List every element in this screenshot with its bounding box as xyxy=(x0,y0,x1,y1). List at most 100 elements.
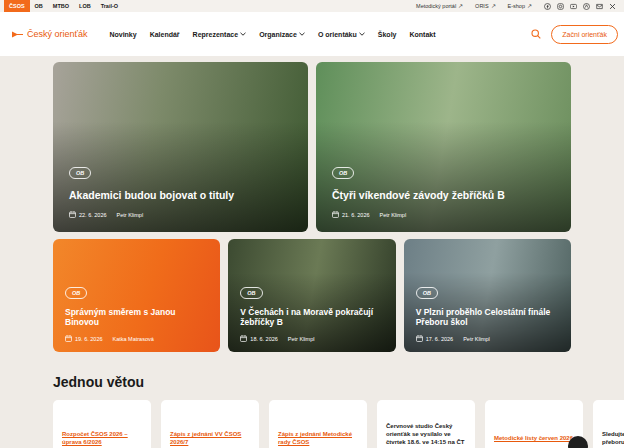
facebook-icon[interactable] xyxy=(544,3,551,10)
instagram-icon[interactable] xyxy=(557,3,564,10)
news-card[interactable]: OB Čtyři víkendové závody žebříčků B 21. 6… xyxy=(316,62,571,232)
author: Petr Klimpl xyxy=(463,336,490,342)
news-card[interactable]: OB V Plzni proběhlo Celostátní finále Pře… xyxy=(404,239,571,352)
external-arrow-icon: ↗ xyxy=(491,3,496,9)
category-tag: OB xyxy=(240,287,262,299)
oneliner-text: Červnové studio Český orienťák se vysíla… xyxy=(386,423,466,448)
news-date: 18. 6. 2026 xyxy=(240,335,278,342)
external-link-label[interactable]: ORIS xyxy=(475,3,488,9)
start-button[interactable]: Začni orienťák xyxy=(551,25,618,44)
oneliner-card[interactable]: Zápis z jednání VV ČSOS 2026/7 xyxy=(161,400,259,448)
category-tag: OB xyxy=(416,287,438,299)
menu-item[interactable]: Školy xyxy=(378,31,397,38)
oneliner-card[interactable]: Zápis z jednání Metodické rady ČSOS xyxy=(269,400,367,448)
oneliner-text[interactable]: Metodické listy červen 2026 xyxy=(494,435,573,443)
menu-item-label[interactable]: Novinky xyxy=(109,31,136,38)
external-link-label[interactable]: Metodický portál xyxy=(416,3,456,9)
author: Petr Klimpl xyxy=(380,212,407,218)
logo-arrow-icon xyxy=(12,30,23,39)
scroll-top-button[interactable] xyxy=(568,436,588,448)
sport-tab[interactable]: Trail-O xyxy=(96,0,123,12)
news-date: 19. 6. 2026 xyxy=(65,335,103,342)
date-text: 21. 6. 2026 xyxy=(342,212,370,218)
external-link-label[interactable]: E-shop xyxy=(508,3,525,9)
external-arrow-icon: ↗ xyxy=(527,3,532,9)
chevron-down-icon xyxy=(299,32,305,36)
date-text: 17. 6. 2026 xyxy=(426,336,454,342)
oneliner-text[interactable]: Zápis z jednání VV ČSOS 2026/7 xyxy=(170,431,250,447)
chevron-down-icon xyxy=(240,32,246,36)
menu-item[interactable]: Reprezentace xyxy=(193,31,247,38)
menu-item[interactable]: Organizace xyxy=(259,31,305,38)
calendar-icon xyxy=(65,335,72,342)
news-date: 21. 6. 2026 xyxy=(332,211,370,218)
menu-item-label[interactable]: O orientáku xyxy=(318,31,357,38)
chevron-down-icon xyxy=(359,32,365,36)
menu-item[interactable]: Kontakt xyxy=(409,31,435,38)
main-nav: Český orienťák Novinky Kalendář Reprezentac… xyxy=(0,12,624,56)
oneliner-list: Rozpočet ČSOS 2026 – úprava 6/2026 Zápis … xyxy=(53,400,571,448)
external-links: Metodický portál↗ORIS↗E-shop↗ xyxy=(416,3,616,10)
section-heading: Jednou větou xyxy=(53,374,571,390)
featured-row: OB Akademici budou bojovat o tituly 22. 6.… xyxy=(53,62,571,232)
date-text: 22. 6. 2026 xyxy=(79,212,107,218)
strava-icon[interactable] xyxy=(583,3,590,10)
date-text: 19. 6. 2026 xyxy=(75,336,103,342)
news-meta: 18. 6. 2026 Petr Klimpl xyxy=(240,335,383,342)
news-meta: 19. 6. 2026Katka Matrasová xyxy=(65,335,208,342)
external-link[interactable]: E-shop↗ xyxy=(508,3,532,9)
oneliner-card: Červnové studio Český orienťák se vysíla… xyxy=(377,400,475,448)
oneliner-text: Sledujte přenos finále přeboru v Plzni. … xyxy=(602,431,624,447)
oneliner-card[interactable]: Rozpočet ČSOS 2026 – úprava 6/2026 xyxy=(53,400,151,448)
menu-item-label[interactable]: Kalendář xyxy=(150,31,180,38)
calendar-icon xyxy=(240,335,247,342)
news-card[interactable]: OB Akademici budou bojovat o tituly 22. 6.… xyxy=(53,62,308,232)
sport-tab[interactable]: ČSOS xyxy=(4,0,30,12)
youtube-icon[interactable] xyxy=(570,3,577,10)
menu-item-label[interactable]: Školy xyxy=(378,31,397,38)
calendar-icon xyxy=(332,211,339,218)
menu-item-label[interactable]: Kontakt xyxy=(409,31,435,38)
oneliner-card: Sledujte přenos finále přeboru v Plzni. … xyxy=(593,400,624,448)
news-card[interactable]: OBSprávným směrem s Janou Binovou19. 6. … xyxy=(53,239,220,352)
search-icon[interactable] xyxy=(531,29,541,39)
date-text: 18. 6. 2026 xyxy=(250,336,278,342)
news-date: 17. 6. 2026 xyxy=(416,335,454,342)
sport-tab[interactable]: MTBO xyxy=(48,0,74,12)
category-tag: OB xyxy=(69,167,91,179)
logo-text[interactable]: Český orienťák xyxy=(27,29,87,39)
nav-actions: Začni orienťák xyxy=(531,25,618,44)
sport-switcher: ČSOSOBMTBOLOBTrail-O xyxy=(4,0,123,12)
news-meta: 22. 6. 2026Petr Klimpl xyxy=(69,211,292,218)
news-date: 22. 6. 2026 xyxy=(69,211,107,218)
logo[interactable]: Český orienťák xyxy=(12,29,87,39)
mail-icon[interactable] xyxy=(596,3,603,10)
menu-item[interactable]: Novinky xyxy=(109,31,136,38)
menu-item[interactable]: Kalendář xyxy=(150,31,180,38)
calendar-icon xyxy=(69,211,76,218)
x-icon[interactable] xyxy=(609,3,616,10)
menu: Novinky Kalendář Reprezentace Organizace O o… xyxy=(109,31,531,38)
news-meta: 17. 6. 2026 Petr Klimpl xyxy=(416,335,559,342)
news-title[interactable]: Správným směrem s Janou Binovou xyxy=(65,307,208,328)
sport-tab[interactable]: LOB xyxy=(74,0,96,12)
menu-item[interactable]: O orientáku xyxy=(318,31,365,38)
social-links xyxy=(544,3,616,10)
oneliner-text[interactable]: Rozpočet ČSOS 2026 – úprava 6/2026 xyxy=(62,431,142,447)
menu-item-label[interactable]: Organizace xyxy=(259,31,297,38)
news-meta: 21. 6. 2026 Petr Klimpl xyxy=(332,211,555,218)
external-link[interactable]: Metodický portál↗ xyxy=(416,3,463,9)
news-title[interactable]: Akademici budou bojovat o tituly xyxy=(69,189,292,202)
author: Petr Klimpl xyxy=(288,336,315,342)
sport-tab[interactable]: OB xyxy=(30,0,48,12)
news-title[interactable]: V Čechách i na Moravě pokračují žebříčky… xyxy=(240,307,383,328)
news-title[interactable]: V Plzni proběhlo Celostátní finále Přebo… xyxy=(416,307,559,328)
oneliner-text[interactable]: Zápis z jednání Metodické rady ČSOS xyxy=(278,431,358,447)
top-bar: ČSOSOBMTBOLOBTrail-OMetodický portál↗ORI… xyxy=(0,0,624,12)
category-tag: OB xyxy=(332,167,354,179)
external-link[interactable]: ORIS↗ xyxy=(475,3,495,9)
news-title[interactable]: Čtyři víkendové závody žebříčků B xyxy=(332,189,555,202)
news-card[interactable]: OB V Čechách i na Moravě pokračují žebříč… xyxy=(228,239,395,352)
menu-item-label[interactable]: Reprezentace xyxy=(193,31,239,38)
content: OB Akademici budou bojovat o tituly 22. 6.… xyxy=(53,56,571,448)
